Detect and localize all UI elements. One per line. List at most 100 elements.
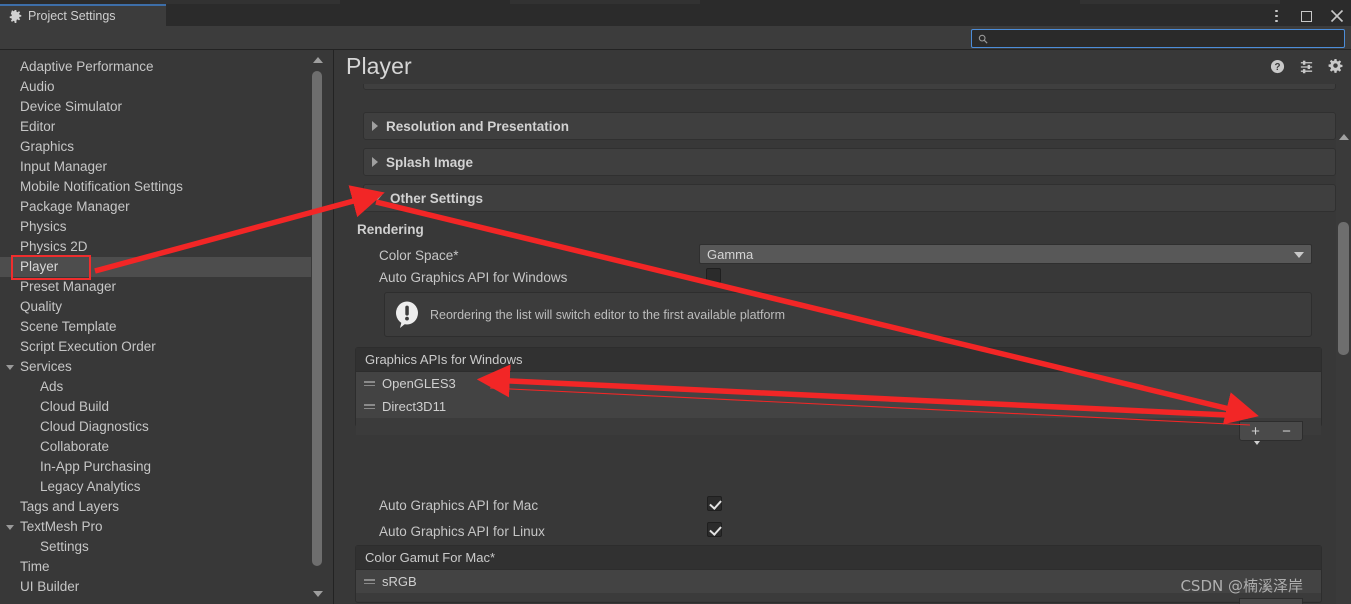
sidebar-item-player[interactable]: Player xyxy=(0,257,318,277)
graphics-api-add-button[interactable]: + xyxy=(1251,424,1260,445)
foldout-icon[interactable]: Icon xyxy=(363,84,1336,90)
foldout-resolution-and-presentation[interactable]: Resolution and Presentation xyxy=(363,112,1336,140)
color-gamut-remove-button[interactable]: − xyxy=(1282,601,1291,604)
content-scrollbar[interactable] xyxy=(1336,130,1351,604)
sidebar-item-label: Script Execution Order xyxy=(20,339,156,354)
list-item-label: sRGB xyxy=(382,574,417,589)
sidebar-item-adaptive-performance[interactable]: Adaptive Performance xyxy=(0,57,318,77)
sidebar-item-label: Preset Manager xyxy=(20,279,117,294)
list-item[interactable]: sRGB xyxy=(356,570,1321,593)
sidebar-item-label: Player xyxy=(20,259,59,274)
sidebar-item-device-simulator[interactable]: Device Simulator xyxy=(0,97,318,117)
sidebar-item-tags-and-layers[interactable]: Tags and Layers xyxy=(0,497,318,517)
sidebar-item-scene-template[interactable]: Scene Template xyxy=(0,317,318,337)
sidebar-item-label: Package Manager xyxy=(20,199,130,214)
page-title: Player xyxy=(346,53,412,79)
sidebar-item-time[interactable]: Time xyxy=(0,557,318,577)
sidebar-item-input-manager[interactable]: Input Manager xyxy=(0,157,318,177)
sidebar-scrollbar[interactable] xyxy=(311,54,324,600)
watermark: CSDN @楠溪泽岸 xyxy=(1180,577,1303,595)
info-icon xyxy=(396,301,418,328)
listbox-footer xyxy=(356,418,1321,435)
drag-handle-icon[interactable] xyxy=(364,381,375,386)
foldout-label: Resolution and Presentation xyxy=(386,118,570,134)
panel-header: Player ? xyxy=(335,50,1351,84)
sidebar-item-package-manager[interactable]: Package Manager xyxy=(0,197,318,217)
sidebar-item-editor[interactable]: Editor xyxy=(0,117,318,137)
sidebar-item-collaborate[interactable]: Collaborate xyxy=(0,437,318,457)
drag-handle-icon[interactable] xyxy=(364,579,375,584)
list-item-label: OpenGLES3 xyxy=(382,376,456,391)
sidebar-item-label: Quality xyxy=(20,299,63,314)
sidebar-item-label: Audio xyxy=(20,79,55,94)
sidebar-item-physics[interactable]: Physics xyxy=(0,217,318,237)
sidebar-item-label: Tags and Layers xyxy=(20,499,120,514)
help-icon[interactable]: ? xyxy=(1270,59,1285,74)
sidebar-item-label: Physics 2D xyxy=(20,239,88,254)
sidebar-item-textmesh-pro[interactable]: TextMesh Pro xyxy=(0,517,318,537)
color-gamut-add-button[interactable]: + xyxy=(1251,601,1260,604)
preset-icon[interactable] xyxy=(1299,59,1314,74)
sidebar-item-label: Settings xyxy=(40,539,89,554)
tab-label: Project Settings xyxy=(28,9,116,23)
sidebar-list: Adaptive Performance Audio Device Simulato… xyxy=(0,57,318,597)
sidebar-item-label: Services xyxy=(20,359,72,374)
sidebar-item-physics-2d[interactable]: Physics 2D xyxy=(0,237,318,257)
list-item-label: Direct3D11 xyxy=(382,399,447,414)
chevron-down-icon[interactable] xyxy=(6,364,14,370)
listbox-footer xyxy=(356,593,1321,601)
search-box[interactable] xyxy=(971,29,1345,48)
auto-graphics-api-linux-checkbox[interactable] xyxy=(707,522,722,537)
auto-graphics-api-windows-checkbox[interactable] xyxy=(706,268,721,283)
content-scrollbar-thumb[interactable] xyxy=(1338,222,1349,355)
gear-icon[interactable] xyxy=(1328,59,1343,74)
sidebar-item-label: Cloud Diagnostics xyxy=(40,419,149,434)
sidebar-item-ui-builder[interactable]: UI Builder xyxy=(0,577,318,597)
rendering-section-label: Rendering xyxy=(357,222,424,237)
color-gamut-add-remove-buttons: + − xyxy=(1239,598,1303,604)
graphics-api-remove-button[interactable]: − xyxy=(1282,424,1291,439)
foldout-splash-image[interactable]: Splash Image xyxy=(363,148,1336,176)
unity-project-settings-window: Project Settings Adaptive Performance Au… xyxy=(0,0,1351,604)
sidebar-item-graphics[interactable]: Graphics xyxy=(0,137,318,157)
sidebar-item-cloud-build[interactable]: Cloud Build xyxy=(0,397,318,417)
chevron-down-icon[interactable] xyxy=(6,524,14,530)
scroll-up-arrow-icon[interactable] xyxy=(1338,134,1349,140)
foldout-other-settings[interactable]: Other Settings xyxy=(363,184,1336,212)
graphics-apis-add-remove-buttons: + − xyxy=(1239,421,1303,445)
sidebar-item-in-app-purchasing[interactable]: In-App Purchasing xyxy=(0,457,318,477)
tab-project-settings[interactable]: Project Settings xyxy=(0,4,166,26)
list-item[interactable]: OpenGLES3 xyxy=(356,372,1321,395)
sidebar-item-settings[interactable]: Settings xyxy=(0,537,318,557)
window-menu-button[interactable] xyxy=(1268,8,1285,25)
sidebar-item-preset-manager[interactable]: Preset Manager xyxy=(0,277,318,297)
color-space-dropdown[interactable]: Gamma xyxy=(699,244,1312,264)
chevron-right-icon xyxy=(372,157,378,167)
list-item[interactable]: Direct3D11 xyxy=(356,395,1321,418)
sidebar-item-cloud-diagnostics[interactable]: Cloud Diagnostics xyxy=(0,417,318,437)
scroll-up-arrow-icon[interactable] xyxy=(312,57,323,63)
search-input[interactable] xyxy=(988,30,1344,47)
sidebar-item-label: In-App Purchasing xyxy=(40,459,152,474)
settings-toolbar xyxy=(0,26,1351,50)
sidebar-item-quality[interactable]: Quality xyxy=(0,297,318,317)
settings-sidebar: Adaptive Performance Audio Device Simulato… xyxy=(0,50,334,604)
sidebar-item-audio[interactable]: Audio xyxy=(0,77,318,97)
scroll-down-arrow-icon[interactable] xyxy=(312,591,323,597)
auto-graphics-api-mac-label: Auto Graphics API for Mac xyxy=(379,498,539,513)
info-message-text: Reordering the list will switch editor t… xyxy=(430,307,786,322)
auto-graphics-api-mac-checkbox[interactable] xyxy=(707,496,722,511)
close-icon xyxy=(1330,9,1343,23)
sidebar-item-mobile-notification-settings[interactable]: Mobile Notification Settings xyxy=(0,177,318,197)
sidebar-scrollbar-thumb[interactable] xyxy=(312,71,322,566)
sidebar-item-legacy-analytics[interactable]: Legacy Analytics xyxy=(0,477,318,497)
sidebar-item-script-execution-order[interactable]: Script Execution Order xyxy=(0,337,318,357)
sidebar-item-ads[interactable]: Ads xyxy=(0,377,318,397)
window-close-button[interactable] xyxy=(1328,8,1345,25)
sidebar-item-label: Legacy Analytics xyxy=(40,479,141,494)
window-maximize-button[interactable] xyxy=(1298,8,1315,25)
auto-graphics-api-linux-label: Auto Graphics API for Linux xyxy=(379,524,545,539)
sidebar-item-services[interactable]: Services xyxy=(0,357,318,377)
panel-header-icons: ? xyxy=(1270,59,1343,74)
drag-handle-icon[interactable] xyxy=(364,404,375,409)
